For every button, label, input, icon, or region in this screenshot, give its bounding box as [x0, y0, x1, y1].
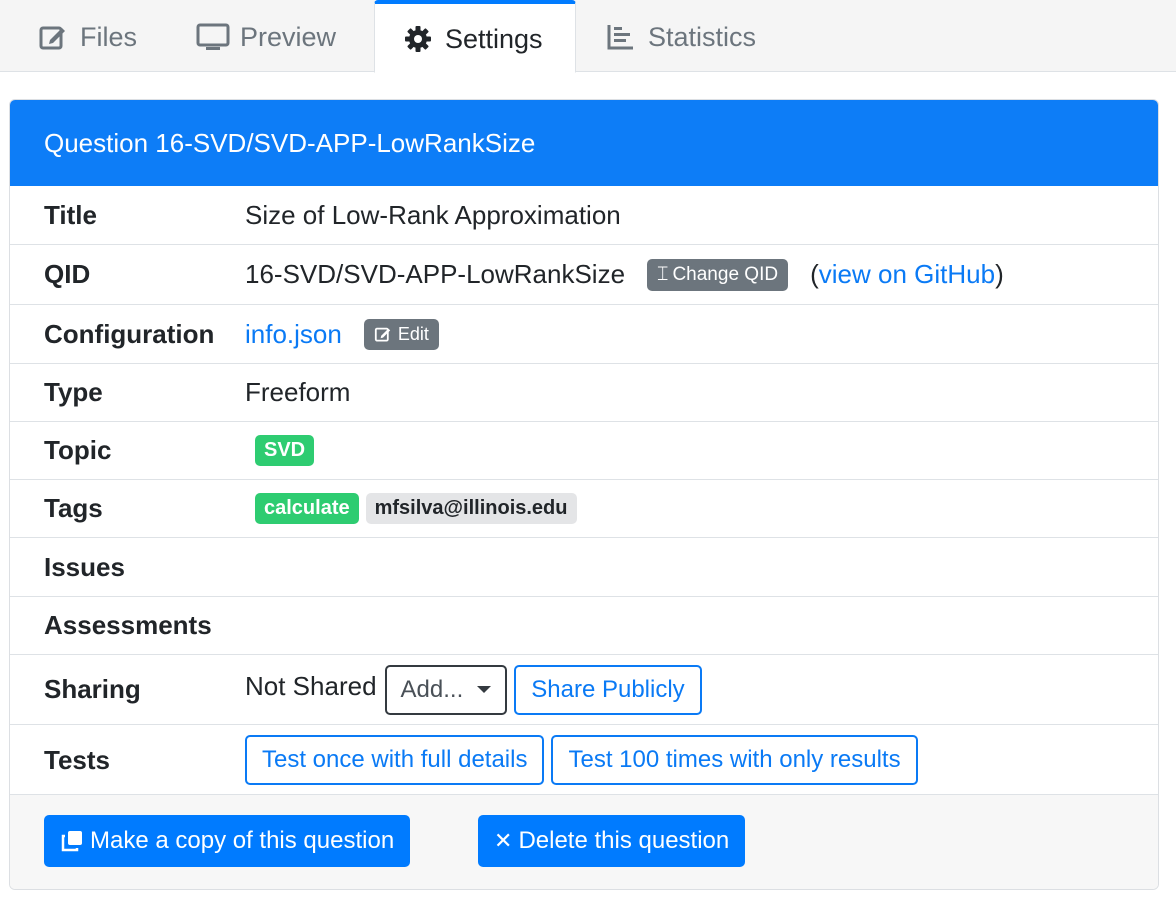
- row-title-label: Title: [44, 199, 97, 230]
- row-type: Type Freeform: [10, 363, 1158, 421]
- edit-config-button[interactable]: Edit: [363, 318, 439, 350]
- tag-badge[interactable]: calculate: [255, 493, 359, 524]
- share-add-select[interactable]: Add...: [384, 664, 508, 715]
- close-icon: ✕: [494, 828, 513, 853]
- info-json-link[interactable]: info.json: [245, 319, 342, 350]
- monitor-icon: [196, 20, 230, 54]
- delete-question-label: Delete this question: [518, 827, 730, 854]
- row-tests: Tests Test once with full details Test 1…: [10, 724, 1158, 795]
- topic-badge[interactable]: SVD: [255, 435, 315, 466]
- row-qid-label: QID: [44, 259, 91, 289]
- tab-preview[interactable]: Preview: [196, 0, 336, 72]
- row-qid: QID 16-SVD/SVD-APP-LowRankSize ⌶ Change …: [10, 244, 1158, 304]
- row-title: Title Size of Low-Rank Approximation: [10, 186, 1158, 244]
- tab-bar: Files Preview Settings Statistics: [0, 0, 1176, 73]
- card-header-title: Question 16-SVD/SVD-APP-LowRankSize: [44, 127, 536, 158]
- question-type-value: Freeform: [245, 377, 351, 407]
- row-assessments: Assessments: [10, 596, 1158, 654]
- row-configuration: Configuration info.json Edit: [10, 304, 1158, 363]
- row-qid-value: 16-SVD/SVD-APP-LowRankSize ⌶ Change QID …: [245, 258, 1004, 291]
- edit-icon: [36, 20, 70, 54]
- row-configuration-value: info.json Edit: [245, 318, 439, 350]
- paren-close: ): [995, 259, 1004, 289]
- tab-statistics[interactable]: Statistics: [604, 0, 756, 72]
- share-publicly-button[interactable]: Share Publicly: [514, 664, 702, 715]
- tab-files[interactable]: Files: [36, 0, 137, 72]
- row-topic: Topic SVD: [10, 421, 1158, 479]
- sharing-status: Not Shared: [245, 671, 377, 701]
- edit-icon: [374, 327, 391, 342]
- delete-question-button[interactable]: ✕ Delete this question: [478, 815, 746, 867]
- row-sharing-label: Sharing: [44, 674, 141, 704]
- tab-statistics-label: Statistics: [648, 21, 757, 52]
- change-qid-button[interactable]: ⌶ Change QID: [647, 258, 789, 291]
- row-topic-label: Topic: [44, 435, 112, 465]
- row-configuration-label: Configuration: [44, 318, 215, 349]
- bar-chart-icon: [604, 20, 638, 54]
- card-header: Question 16-SVD/SVD-APP-LowRankSize: [10, 100, 1158, 186]
- question-title-value: Size of Low-Rank Approximation: [245, 199, 621, 230]
- test-once-button[interactable]: Test once with full details: [245, 735, 545, 785]
- row-type-label: Type: [44, 377, 103, 407]
- row-tests-value: Test once with full details Test 100 tim…: [245, 735, 918, 785]
- paren-open: (: [810, 259, 819, 289]
- row-issues: Issues: [10, 537, 1158, 596]
- row-tags-value: calculate mfsilva@illinois.edu: [245, 493, 577, 524]
- row-issues-label: Issues: [44, 551, 125, 582]
- test-100-button[interactable]: Test 100 times with only results: [551, 735, 918, 785]
- text-cursor-icon: ⌶: [657, 263, 669, 285]
- row-sharing-value: Not Shared Add... Share Publicly: [245, 664, 702, 715]
- tab-settings[interactable]: Settings: [374, 0, 576, 73]
- row-topic-value: SVD: [245, 435, 315, 466]
- share-add-select-value: Add...: [400, 675, 464, 703]
- gear-icon: [401, 22, 435, 56]
- tag-badge[interactable]: mfsilva@illinois.edu: [365, 493, 577, 524]
- tab-files-label: Files: [80, 21, 138, 52]
- copy-icon: [61, 831, 82, 852]
- copy-question-button[interactable]: Make a copy of this question: [44, 815, 411, 867]
- tab-preview-label: Preview: [240, 21, 337, 52]
- qid-value: 16-SVD/SVD-APP-LowRankSize: [245, 259, 626, 289]
- copy-question-label: Make a copy of this question: [90, 827, 395, 854]
- tab-settings-label: Settings: [445, 23, 543, 54]
- row-sharing: Sharing Not Shared Add... Share Publicly: [10, 654, 1158, 724]
- row-tags: Tags calculate mfsilva@illinois.edu: [10, 479, 1158, 537]
- caret-down-icon: [477, 686, 492, 693]
- row-tags-label: Tags: [44, 493, 103, 523]
- row-assessments-label: Assessments: [44, 610, 212, 640]
- question-settings-card: Question 16-SVD/SVD-APP-LowRankSize Titl…: [9, 99, 1159, 890]
- row-tests-label: Tests: [44, 744, 110, 775]
- view-on-github-link[interactable]: view on GitHub: [819, 259, 995, 290]
- edit-config-label: Edit: [397, 323, 429, 344]
- card-footer: Make a copy of this question ✕ Delete th…: [10, 794, 1158, 889]
- change-qid-label: Change QID: [672, 263, 779, 285]
